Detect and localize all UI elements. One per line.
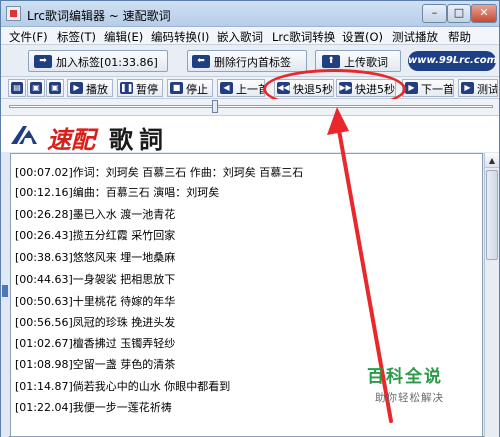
window-title: Lrc歌词编辑器 ~ 速配歌词 bbox=[27, 9, 171, 23]
test-button[interactable]: ▶ 测试 bbox=[458, 79, 498, 97]
menu-edit[interactable]: 编辑(E) bbox=[104, 29, 143, 45]
lyric-line[interactable]: [00:56.56]凤冠的珍珠 挽进头发 bbox=[15, 314, 175, 330]
brand-red-text: 速配 bbox=[47, 125, 95, 154]
lyric-line[interactable]: [00:07.02]作词：刘珂矣 百慕三石 作曲：刘珂矣 百慕三石 bbox=[15, 164, 303, 180]
stop-icon: ■ bbox=[170, 82, 183, 94]
save-as-button[interactable]: ▣ bbox=[46, 79, 64, 97]
skip-forward-icon: ▶ bbox=[405, 82, 418, 94]
stop-button[interactable]: ■ 停止 bbox=[167, 79, 213, 97]
menu-test-play[interactable]: 测试播放 bbox=[392, 29, 438, 45]
close-button[interactable]: ✕ bbox=[471, 4, 497, 23]
site-logo[interactable]: www.99Lrc.com bbox=[408, 51, 497, 71]
watermark-logo: 百科全说 bbox=[367, 367, 443, 387]
save-button[interactable]: ▣ bbox=[27, 79, 45, 97]
arrow-right-icon: ➡ bbox=[34, 55, 52, 68]
next-track-button[interactable]: ▶ 下一首 bbox=[402, 79, 454, 97]
lyric-line[interactable]: [00:26.43]揽五分红霞 采竹回家 bbox=[15, 227, 175, 243]
main-toolbar: ➡ 加入标签[01:33.86] ⬅ 删除行内首标签 ⬆ 上传歌词 www.99… bbox=[1, 45, 499, 77]
scroll-up-arrow-icon[interactable]: ▲ bbox=[485, 153, 499, 168]
open-file-button[interactable]: ▤ bbox=[8, 79, 26, 97]
delete-tag-button[interactable]: ⬅ 删除行内首标签 bbox=[187, 50, 307, 72]
lyric-line[interactable]: [00:44.63]一身袈裟 把相思放下 bbox=[15, 271, 175, 287]
app-icon bbox=[6, 6, 21, 21]
watermark-subtitle: 助你轻松解决 bbox=[375, 392, 444, 404]
progress-slider-row bbox=[1, 99, 499, 116]
menu-encoding[interactable]: 编码转换(I) bbox=[151, 29, 209, 45]
skip-back-icon: ◀ bbox=[220, 82, 233, 94]
lyric-line[interactable]: [01:22.04]我便一步一莲花祈祷 bbox=[15, 399, 172, 415]
folder-icon: ▤ bbox=[11, 82, 23, 94]
menu-bar: 文件(F) 标签(T) 编辑(E) 编码转换(I) 嵌入歌词 Lrc歌词转换 设… bbox=[1, 27, 499, 45]
rewind-5s-button[interactable]: ◀◀ 快退5秒 bbox=[274, 79, 334, 97]
progress-track[interactable] bbox=[9, 105, 493, 108]
title-bar[interactable]: Lrc歌词编辑器 ~ 速配歌词 – □ ✕ bbox=[1, 1, 499, 27]
menu-embed-lyrics[interactable]: 嵌入歌词 bbox=[217, 29, 263, 45]
lyric-line[interactable]: [01:08.98]空留一盏 芽色的清茶 bbox=[15, 356, 175, 372]
lyric-line[interactable]: [00:50.63]十里桃花 待嫁的年华 bbox=[15, 293, 175, 309]
brand-banner: 速配 歌詞 bbox=[1, 116, 499, 154]
minimize-button[interactable]: – bbox=[422, 4, 447, 23]
current-line-marker bbox=[2, 285, 8, 297]
arrow-left-icon: ⬅ bbox=[192, 55, 210, 68]
pause-button[interactable]: ❚❚ 暂停 bbox=[117, 79, 163, 97]
menu-tags[interactable]: 标签(T) bbox=[57, 29, 96, 45]
save-as-icon: ▣ bbox=[49, 82, 61, 94]
fast-forward-icon: ▶▶ bbox=[339, 82, 352, 94]
rewind-icon: ◀◀ bbox=[277, 82, 290, 94]
lyric-line[interactable]: [00:12.16]编曲：百慕三石 演唱：刘珂矣 bbox=[15, 184, 219, 200]
lyric-line[interactable]: [00:26.28]墨已入水 渡一池青花 bbox=[15, 206, 175, 222]
add-tag-button[interactable]: ➡ 加入标签[01:33.86] bbox=[28, 50, 168, 72]
progress-thumb[interactable] bbox=[212, 100, 218, 113]
menu-file[interactable]: 文件(F) bbox=[9, 29, 48, 45]
menu-help[interactable]: 帮助 bbox=[448, 29, 471, 45]
test-icon: ▶ bbox=[461, 82, 474, 94]
maximize-button[interactable]: □ bbox=[447, 4, 471, 23]
save-icon: ▣ bbox=[30, 82, 42, 94]
vertical-scrollbar[interactable]: ▲ bbox=[484, 153, 499, 437]
forward-5s-button[interactable]: ▶▶ 快进5秒 bbox=[336, 79, 396, 97]
app-window: Lrc歌词编辑器 ~ 速配歌词 – □ ✕ 文件(F) 标签(T) 编辑(E) … bbox=[0, 0, 500, 437]
upload-arrow-icon: ⬆ bbox=[322, 55, 340, 68]
lyric-line[interactable]: [01:14.87]倘若我心中的山水 你眼中都看到 bbox=[15, 378, 230, 394]
playback-toolbar: ▤ ▣ ▣ ▶ 播放 ❚❚ 暂停 ■ 停止 ◀ 上一首 ◀◀ 快退5秒 ▶▶ 快… bbox=[1, 77, 499, 99]
menu-settings[interactable]: 设置(O) bbox=[342, 29, 383, 45]
brand-black-text: 歌詞 bbox=[109, 125, 169, 154]
play-button[interactable]: ▶ 播放 bbox=[67, 79, 113, 97]
scroll-thumb[interactable] bbox=[486, 170, 498, 260]
brand-logo-icon bbox=[11, 126, 37, 144]
lyric-line[interactable]: [01:02.67]檀香拂过 玉镯弄轻纱 bbox=[15, 335, 175, 351]
play-icon: ▶ bbox=[70, 82, 83, 94]
menu-lrc-convert[interactable]: Lrc歌词转换 bbox=[272, 29, 335, 45]
upload-lyrics-button[interactable]: ⬆ 上传歌词 bbox=[315, 50, 401, 72]
pause-icon: ❚❚ bbox=[120, 82, 134, 94]
previous-track-button[interactable]: ◀ 上一首 bbox=[217, 79, 265, 97]
lyric-line[interactable]: [00:38.63]悠悠风来 埋一地桑麻 bbox=[15, 249, 175, 265]
